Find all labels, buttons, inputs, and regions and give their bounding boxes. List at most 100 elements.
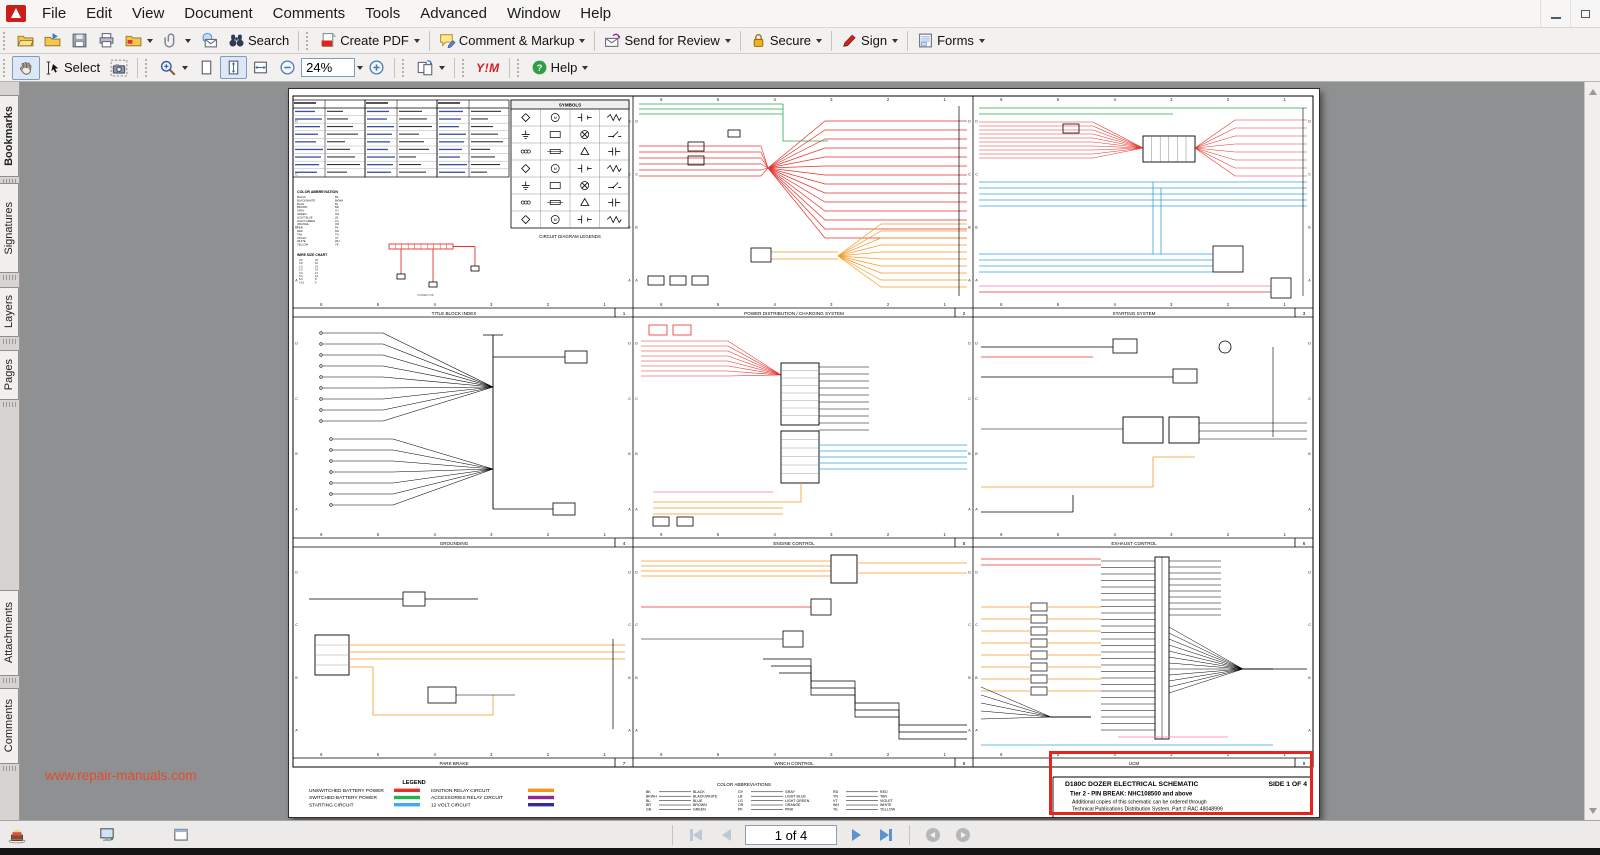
toolbar-grip[interactable]	[145, 59, 150, 77]
restore-button[interactable]	[1570, 0, 1600, 27]
attach-button[interactable]	[158, 29, 196, 52]
menu-edit[interactable]: Edit	[76, 1, 122, 26]
svg-text:6: 6	[315, 280, 317, 284]
sign-label: Sign	[861, 33, 887, 48]
svg-text:6: 6	[320, 302, 323, 307]
sidebar-tab-layers[interactable]: Layers	[0, 287, 19, 337]
paperclip-icon	[163, 32, 180, 49]
window-mode-button[interactable]	[172, 826, 190, 849]
svg-text:1: 1	[1283, 97, 1286, 102]
svg-text:3: 3	[830, 532, 833, 537]
sidebar-tab-label: Layers	[3, 295, 15, 328]
svg-text:B: B	[968, 676, 971, 680]
sidebar-tab-bookmarks[interactable]: Bookmarks	[0, 95, 19, 177]
help-button[interactable]: ? Help	[526, 56, 594, 79]
create-pdf-button[interactable]: Create PDF	[315, 29, 425, 52]
toolbar-grip[interactable]	[402, 59, 407, 77]
minimize-button[interactable]	[1540, 0, 1570, 27]
svg-text:5: 5	[717, 302, 720, 307]
organizer-button[interactable]	[120, 29, 158, 52]
hand-tool-button[interactable]	[12, 56, 40, 80]
open-button[interactable]	[12, 29, 39, 52]
sidebar-tab-label: Attachments	[3, 602, 15, 663]
vertical-scrollbar[interactable]	[1584, 82, 1600, 820]
menu-document[interactable]: Document	[174, 1, 262, 26]
save-button[interactable]	[66, 29, 93, 52]
forms-button[interactable]: Forms	[912, 29, 990, 52]
last-page-icon	[880, 829, 889, 841]
select-tool-button[interactable]: Select	[40, 57, 105, 79]
menu-file[interactable]: File	[32, 1, 76, 26]
snapshot-button[interactable]	[105, 56, 133, 80]
yahoo-messenger-icon: Y!M	[476, 61, 500, 75]
fit-page-button[interactable]	[220, 56, 247, 79]
page-indicator-input[interactable]: 1 of 4	[745, 825, 837, 845]
abbr-name: GRAY	[785, 790, 796, 794]
menu-view[interactable]: View	[122, 1, 174, 26]
legend-color-bar	[394, 796, 420, 799]
abbr-name: BLACK	[693, 790, 705, 794]
menu-window[interactable]: Window	[497, 1, 570, 26]
scroll-up-icon	[1589, 85, 1597, 95]
sidebar-tab-pages[interactable]: Pages	[0, 350, 19, 400]
comment-markup-button[interactable]: Comment & Markup	[434, 29, 591, 52]
scroll-down-button[interactable]	[1587, 807, 1598, 818]
sidebar-tab-label: Bookmarks	[3, 106, 15, 166]
abbr-code: LG	[738, 799, 743, 803]
search-button[interactable]: Search	[223, 29, 294, 52]
zoom-tool-button[interactable]	[154, 56, 193, 80]
menu-comments[interactable]: Comments	[263, 1, 356, 26]
svg-text:VIOLET: VIOLET	[297, 236, 307, 240]
view-toolbar: Select Y!M ? Help	[0, 54, 1600, 82]
last-page-button[interactable]	[875, 824, 897, 846]
page-layout-button[interactable]	[411, 56, 450, 80]
screen-mode-button[interactable]	[98, 826, 116, 849]
window-bottom-edge	[0, 848, 1600, 855]
open-web-button[interactable]	[39, 29, 66, 52]
toolbar-grip[interactable]	[517, 59, 522, 77]
abbr-name: WHITE	[880, 803, 892, 807]
sidebar-tab-comments[interactable]: Comments	[0, 688, 19, 764]
secure-button[interactable]: Secure	[745, 29, 827, 52]
window-buttons	[1540, 0, 1600, 27]
toolbar-grip[interactable]	[462, 59, 467, 77]
sidebar-tab-signatures[interactable]: Signatures	[0, 183, 19, 273]
panel1-color-abbrev-title: COLOR ABBREVIATION	[297, 190, 338, 194]
sign-button[interactable]: Sign	[836, 29, 903, 52]
email-button[interactable]	[196, 29, 223, 52]
actual-size-button[interactable]	[193, 56, 220, 79]
menu-tools[interactable]: Tools	[355, 1, 410, 26]
separator	[454, 58, 455, 78]
previous-view-button[interactable]	[922, 824, 944, 846]
send-review-button[interactable]: Send for Review	[599, 29, 735, 52]
toolbar-grip[interactable]	[3, 59, 8, 77]
svg-text:B: B	[968, 226, 971, 230]
svg-text:A: A	[635, 507, 638, 511]
first-page-button[interactable]	[685, 824, 707, 846]
document-viewport[interactable]: www.repair-manuals.com TITLE BLOCK INDEX…	[20, 82, 1584, 820]
menu-advanced[interactable]: Advanced	[410, 1, 497, 26]
pdf-page[interactable]: TITLE BLOCK INDEX1654321DDCCBBAAPOWER DI…	[288, 88, 1320, 818]
zoom-out-button[interactable]	[274, 56, 301, 79]
previous-page-button[interactable]	[715, 824, 737, 846]
zoom-level-input[interactable]	[301, 58, 355, 77]
zoom-in-button[interactable]	[363, 56, 390, 79]
menu-items: FileEditViewDocumentCommentsToolsAdvance…	[32, 1, 621, 26]
yahoo-messenger-button[interactable]: Y!M	[471, 58, 505, 78]
menu-help[interactable]: Help	[570, 1, 621, 26]
scroll-up-button[interactable]	[1587, 84, 1598, 95]
svg-text:B: B	[635, 452, 638, 456]
svg-text:YE: YE	[335, 243, 339, 247]
next-view-button[interactable]	[952, 824, 974, 846]
panel-title-5: ENGINE CONTROL	[773, 541, 815, 546]
toolbar-grip[interactable]	[306, 32, 311, 50]
abbr-code: BL	[646, 799, 650, 803]
toolbar-grip[interactable]	[3, 32, 8, 50]
schematic-drawing: TITLE BLOCK INDEX1654321DDCCBBAAPOWER DI…	[289, 89, 1321, 819]
sidebar-tab-attachments[interactable]: Attachments	[0, 590, 19, 676]
next-page-button[interactable]	[845, 824, 867, 846]
svg-text:C: C	[635, 397, 638, 401]
fit-width-button[interactable]	[247, 56, 274, 79]
print-button[interactable]	[93, 29, 120, 52]
status-misc-icon[interactable]	[8, 826, 26, 849]
